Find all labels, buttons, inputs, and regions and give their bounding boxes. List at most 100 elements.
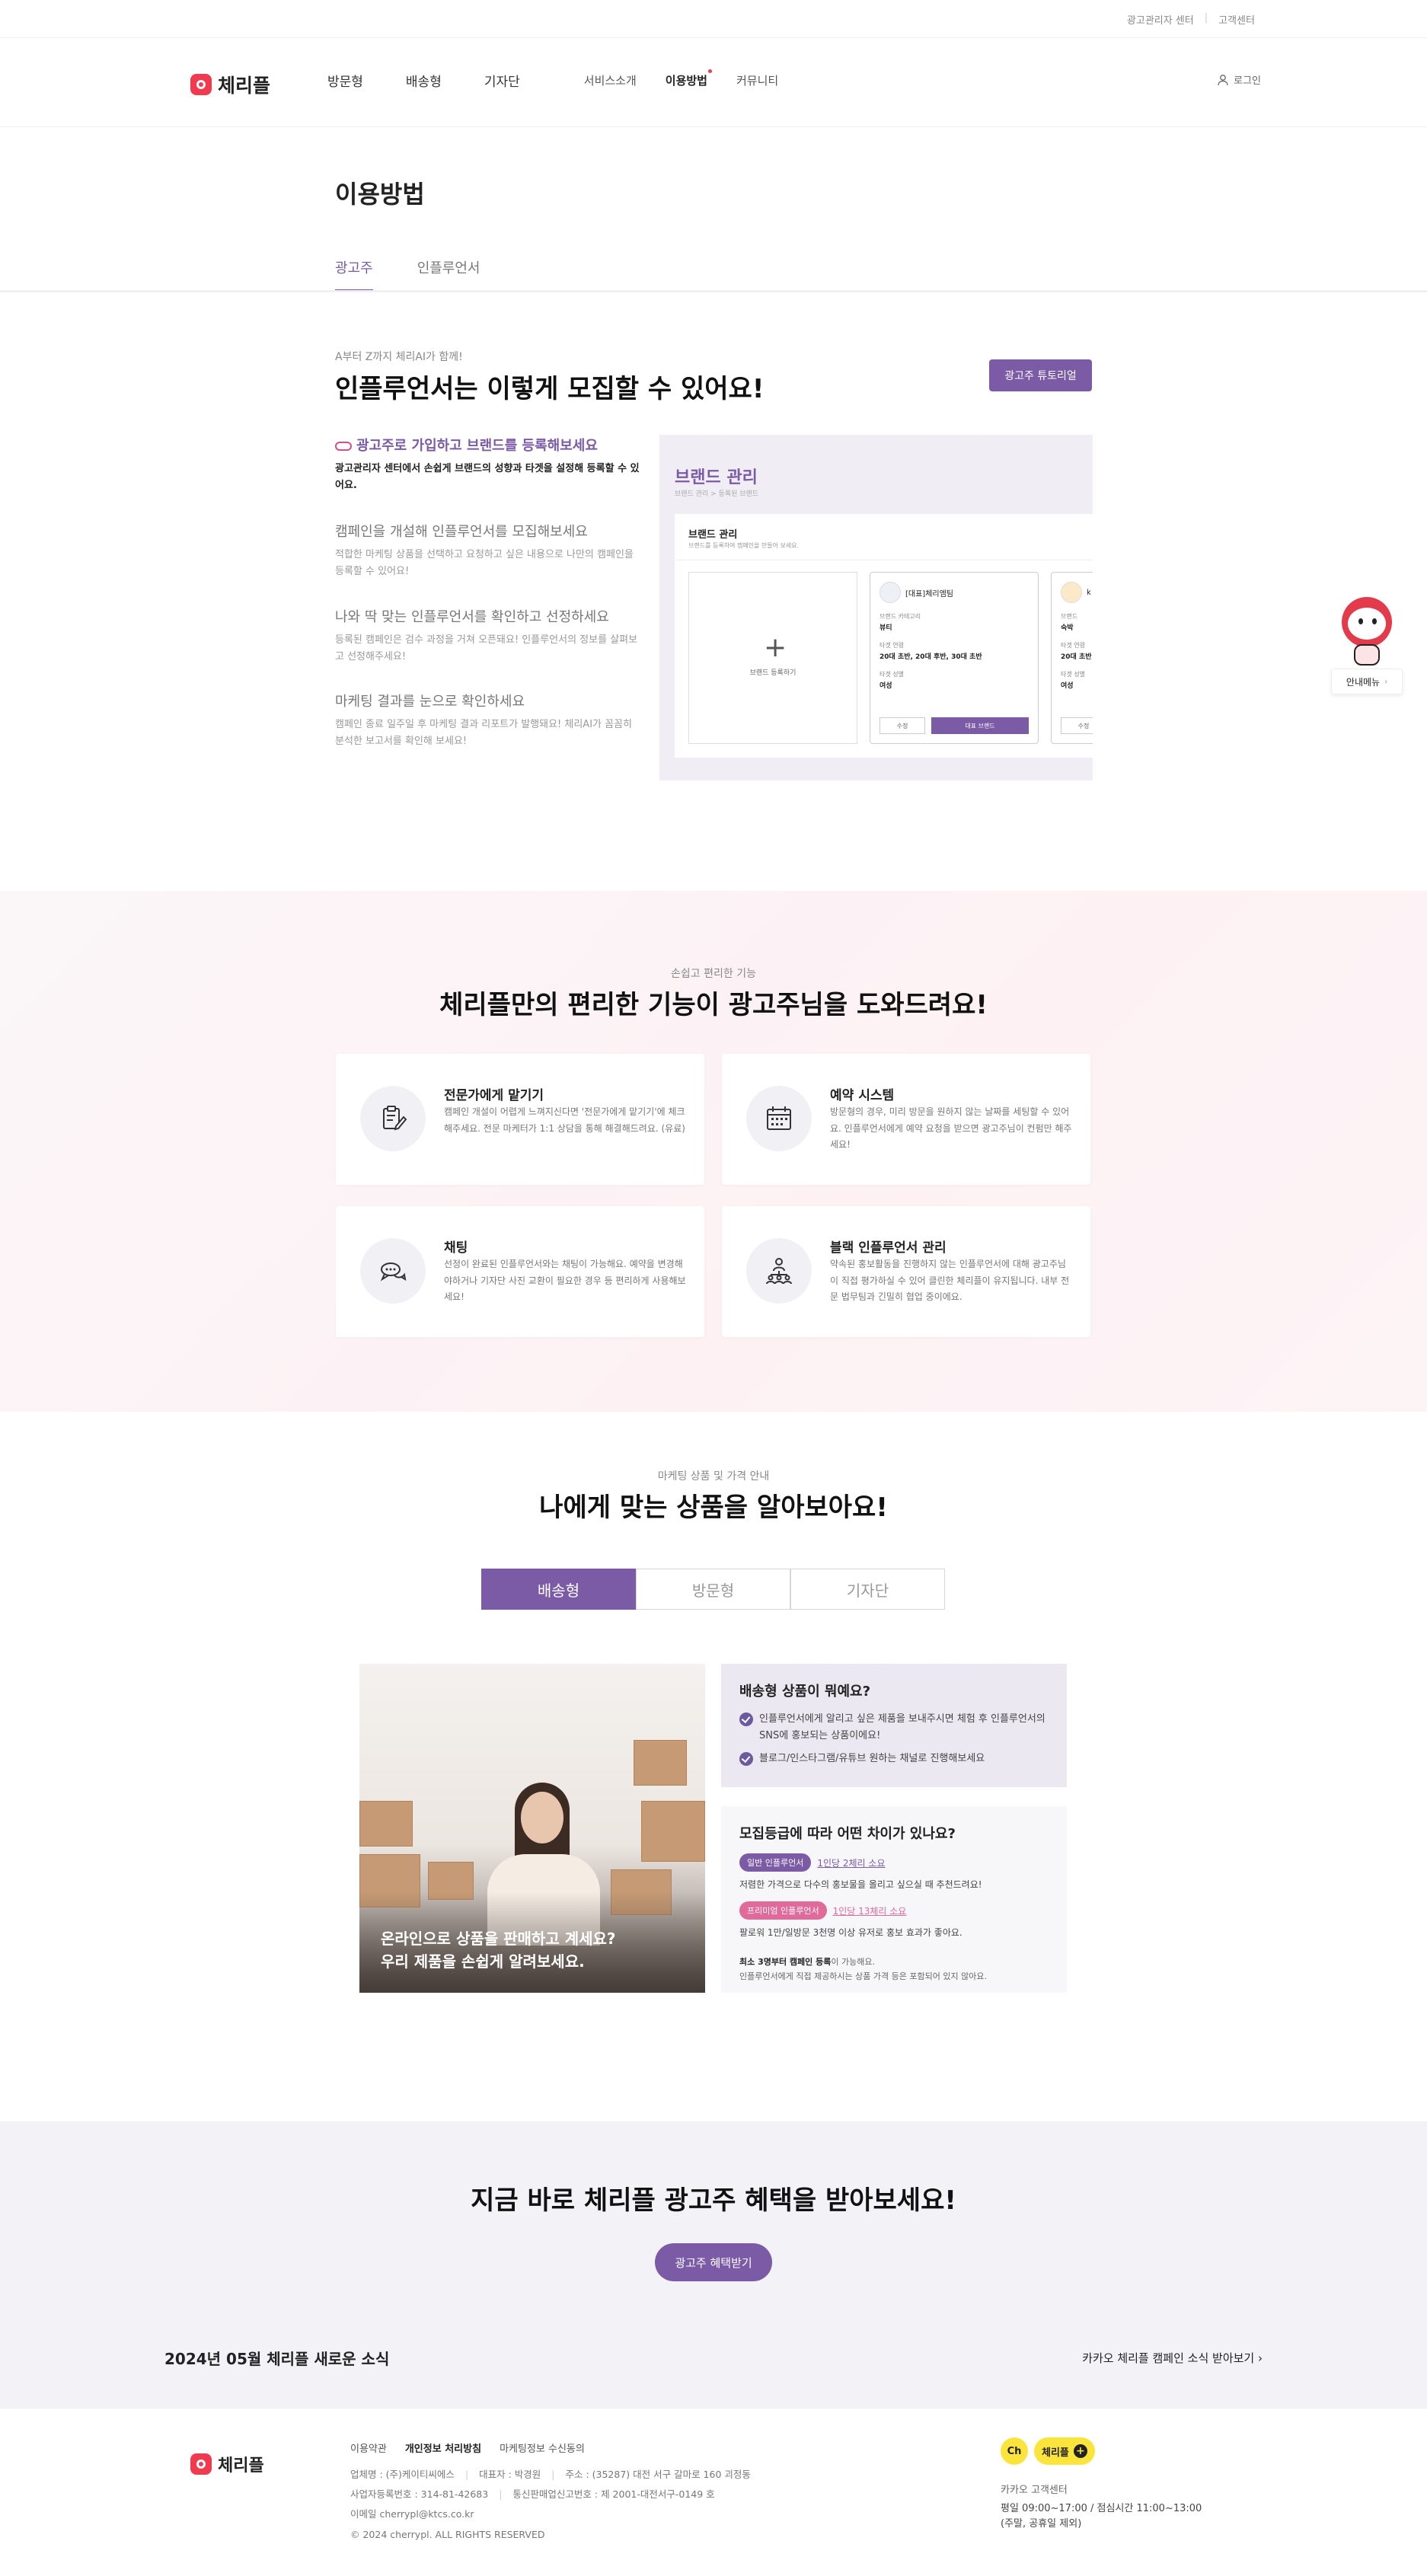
kakao-news-link[interactable]: 카카오 체리플 캠페인 소식 받아보기 › <box>1082 2350 1263 2366</box>
grade-row: 프리미엄 인플루언서 1인당 13체리 소요 <box>739 1901 1049 1920</box>
page-title: 이용방법 <box>335 180 425 209</box>
login-button[interactable]: 로그인 <box>1217 72 1261 87</box>
logo-text: 체리플 <box>218 2456 264 2475</box>
nav-visit[interactable]: 방문형 <box>327 71 363 90</box>
ad-manager-link[interactable]: 광고관리자 센터 <box>1127 12 1194 27</box>
marketing-consent-link[interactable]: 마케팅정보 수신동의 <box>500 2440 585 2455</box>
feature-title: 전문가에게 맡기기 <box>444 1088 544 1103</box>
product-type-tabs: 배송형 방문형 기자단 <box>481 1569 945 1610</box>
caption-line: 온라인으로 상품을 판매하고 계세요? <box>381 1930 616 1948</box>
add-brand-card: + 브랜드 등록하기 <box>688 572 857 744</box>
grade-desc: 팔로워 1만/일방문 3천명 이상 유저로 홍보 효과가 좋아요. <box>739 1927 963 1938</box>
chevron-right-icon: › <box>1384 677 1388 686</box>
tab-influencer[interactable]: 인플루언서 <box>417 257 480 292</box>
advertiser-tutorial-button[interactable]: 광고주 튜토리얼 <box>989 359 1092 391</box>
step-desc: 캠페인 종료 일주일 후 마케팅 결과 리포트가 발행돼요! 체리AI가 꼼꼼히… <box>335 719 633 748</box>
person-face <box>521 1792 563 1843</box>
preview-subtitle: 브랜드 관리 <box>688 529 738 541</box>
feature-title: 채팅 <box>444 1240 468 1256</box>
features-section: 손쉽고 편리한 기능 체리플만의 편리한 기능이 광고주님을 도와드려요! 전문… <box>0 891 1427 1412</box>
field-label: 타겟 연령 <box>880 642 904 649</box>
step-4[interactable]: 마케팅 결과를 눈으로 확인하세요 캠페인 종료 일주일 후 마케팅 결과 리포… <box>335 691 640 750</box>
main-nav: 방문형 배송형 기자단 서비스소개 이용방법 커뮤니티 <box>327 69 807 90</box>
nav-service-intro[interactable]: 서비스소개 <box>584 72 637 88</box>
mascot-eye <box>1358 618 1363 624</box>
feature-desc: 약속된 홍보활동을 진행하지 않는 인플루언서에 대해 광고주님이 직접 평가하… <box>830 1259 1070 1303</box>
divider: | <box>1204 12 1208 24</box>
mascot-eye <box>1372 618 1377 624</box>
tab-visit[interactable]: 방문형 <box>636 1569 790 1610</box>
cta-section: 지금 바로 체리플 광고주 혜택을 받아보세요! 광고주 혜택받기 2024년 … <box>0 2121 1427 2408</box>
link-icon <box>335 442 352 451</box>
field-value: 숙박 <box>1061 624 1074 632</box>
privacy-link[interactable]: 개인정보 처리방침 <box>405 2440 481 2455</box>
logo-text: 체리플 <box>218 75 271 97</box>
product-info-card: 배송형 상품이 뭐예요? 인플루언서에게 알리고 싶은 제품을 보내주시면 체험… <box>721 1664 1067 1787</box>
brand-avatar <box>880 582 901 603</box>
grade-info-card: 모집등급에 따라 어떤 차이가 있나요? 일반 인플루언서 1인당 2체리 소요… <box>721 1806 1067 1993</box>
preview-content: 브랜드 관리 브랜드를 등록하여 캠페인을 만들어 보세요. + 브랜드 등록하… <box>675 514 1093 758</box>
note-2: 인플루언서에게 직접 제공하시는 상품 가격 등은 포함되어 있지 않아요. <box>739 1971 987 1981</box>
news-title: 2024년 05월 체리플 새로운 소식 <box>164 2350 390 2368</box>
kakao-closed: (주말, 공휴일 제외) <box>1001 2518 1082 2530</box>
add-brand-label: 브랜드 등록하기 <box>749 669 797 677</box>
step-2[interactable]: 캠페인을 개설해 인플루언서를 모집해보세요 적합한 마케팅 상품을 선택하고 … <box>335 521 640 580</box>
field-value: 여성 <box>1061 682 1074 690</box>
tab-delivery[interactable]: 배송형 <box>481 1569 636 1610</box>
step-desc: 적합한 마케팅 상품을 선택하고 요청하고 싶은 내용으로 나만의 캠페인을 등… <box>335 549 634 578</box>
cherry-logo-icon <box>190 2453 212 2475</box>
site-footer: 체리플 이용약관 개인정보 처리방침 마케팅정보 수신동의 업체명 : (주)케… <box>0 2408 1427 2576</box>
logo[interactable]: 체리플 <box>190 71 270 98</box>
feature-card: 채팅 선정이 완료된 인플루언서와는 채팅이 가능해요. 예약을 변경해야하거나… <box>336 1206 704 1337</box>
field-label: 브랜드 카테고리 <box>880 613 921 620</box>
info-point: 인플루언서에게 알리고 싶은 제품을 보내주시면 체험 후 인플루언서의 SNS… <box>739 1711 1049 1744</box>
nav-delivery[interactable]: 배송형 <box>406 71 442 90</box>
plus-icon: + <box>764 632 787 663</box>
terms-link[interactable]: 이용약관 <box>350 2440 387 2455</box>
tab-advertiser[interactable]: 광고주 <box>335 257 373 292</box>
product-photo: 온라인으로 상품을 판매하고 계세요? 우리 제품을 손쉽게 알려보세요. <box>359 1664 705 1993</box>
brand-card: k 브랜드 숙박 타겟 연령 20대 초반 타겟 성별 여성 수정 <box>1051 572 1093 744</box>
step-1[interactable]: 광고주로 가입하고 브랜드를 등록해보세요 광고관리자 센터에서 손쉽게 브랜드… <box>335 435 640 494</box>
preview-breadcrumb: 브랜드 관리 > 등록된 브랜드 <box>675 490 759 498</box>
kakao-add-button[interactable]: 체리플 + <box>1034 2437 1095 2465</box>
grade-badge: 프리미엄 인플루언서 <box>739 1901 827 1920</box>
kakao-label: 카카오 고객센터 <box>1001 2485 1068 2496</box>
footer-logo[interactable]: 체리플 <box>190 2452 264 2476</box>
feature-title: 블랙 인플루언서 관리 <box>830 1240 947 1256</box>
info-point: 블로그/인스타그램/유튜브 원하는 채널로 진행해보세요 <box>739 1751 1049 1767</box>
kakao-channel[interactable]: Ch 체리플 + <box>1001 2437 1095 2465</box>
grade-cost-link[interactable]: 1인당 13체리 소요 <box>833 1904 907 1917</box>
utility-bar: 광고관리자 센터 | 고객센터 <box>0 0 1427 38</box>
edit-button: 수정 <box>880 717 925 734</box>
company-info: 업체명 : (주)케이티씨에스 | 대표자 : 박경원 | 주소 : (3528… <box>350 2469 751 2480</box>
clipboard-pen-icon <box>360 1086 426 1151</box>
caption-line: 우리 제품을 손쉽게 알려보세요. <box>381 1952 585 1971</box>
advertiser-benefit-button[interactable]: 광고주 혜택받기 <box>655 2243 772 2281</box>
grade-badge: 일반 인플루언서 <box>739 1853 812 1872</box>
brand-name: [대표]체리엠팀 <box>905 589 954 599</box>
feature-card: 블랙 인플루언서 관리 약속된 홍보활동을 진행하지 않는 인플루언서에 대해 … <box>722 1206 1090 1337</box>
section-eyebrow: A부터 Z까지 체리AI가 함께! <box>335 351 463 363</box>
feature-desc: 방문형의 경우, 미리 방문을 원하지 않는 날짜를 세팅할 수 있어요. 인플… <box>830 1106 1072 1151</box>
footer-links: 이용약관 개인정보 처리방침 마케팅정보 수신동의 <box>350 2440 585 2455</box>
customer-center-link[interactable]: 고객센터 <box>1218 12 1255 27</box>
feature-desc: 선정이 완료된 인플루언서와는 채팅이 가능해요. 예약을 변경해야하거나 기자… <box>444 1259 686 1303</box>
nav-how-to-use[interactable]: 이용방법 <box>666 69 713 88</box>
field-label: 브랜드 <box>1061 613 1078 620</box>
guide-menu-button[interactable]: 안내메뉴 › <box>1331 669 1403 694</box>
mascot-body <box>1354 644 1380 666</box>
note-rest: 이 가능해요. <box>831 1957 875 1967</box>
tab-reporters[interactable]: 기자단 <box>790 1569 945 1610</box>
grade-cost-link[interactable]: 1인당 2체리 소요 <box>817 1856 885 1869</box>
step-title: 마케팅 결과를 눈으로 확인하세요 <box>335 694 525 710</box>
section-title: 나에게 맞는 상품을 알아보아요! <box>539 1492 888 1523</box>
step-3[interactable]: 나와 딱 맞는 인플루언서를 확인하고 선정하세요 등록된 캠페인은 검수 과정… <box>335 606 640 666</box>
biz-number: 사업자등록번호 : 314-81-42683 <box>350 2488 489 2500</box>
info-title: 배송형 상품이 뭐예요? <box>739 1684 871 1700</box>
nav-community[interactable]: 커뮤니티 <box>736 72 778 88</box>
nav-reporters[interactable]: 기자단 <box>484 71 520 90</box>
guide-mascot[interactable]: 안내메뉴 › <box>1331 592 1403 699</box>
grade-note: 최소 3명부터 캠페인 등록이 가능해요. 인플루언서에게 직접 제공하시는 상… <box>739 1955 1049 1984</box>
cherry-logo-icon <box>190 74 212 95</box>
